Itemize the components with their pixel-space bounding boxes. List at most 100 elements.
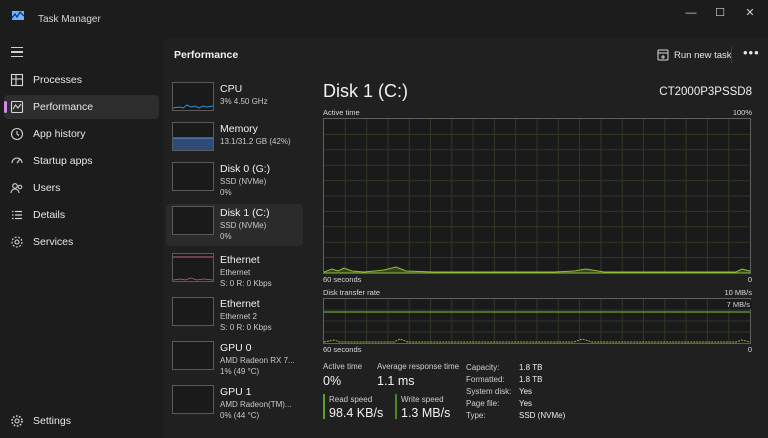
- transfer-rate-graph-min: 0: [747, 345, 752, 354]
- nav-label-performance: Performance: [33, 101, 94, 113]
- device-item-cpu[interactable]: CPU 3% 4.50 GHz: [166, 80, 303, 122]
- active-indicator: [4, 101, 7, 113]
- processes-icon: [10, 73, 24, 87]
- settings-gear-icon: [11, 415, 23, 427]
- device-detail: SSD (NVMe): [220, 177, 267, 186]
- nav-item-details[interactable]: Details: [4, 203, 159, 227]
- title-bar: Task Manager — ☐ ✕: [0, 0, 768, 26]
- device-usage: 0%: [220, 232, 232, 241]
- active-time-graph-duration: 60 seconds: [323, 275, 362, 284]
- write-speed-value: 1.3 MB/s: [401, 406, 451, 420]
- nav-item-settings[interactable]: Settings: [4, 409, 159, 433]
- device-item-disk-0[interactable]: Disk 0 (G:) SSD (NVMe) 0%: [166, 160, 303, 202]
- nav-label-details: Details: [33, 209, 66, 221]
- device-detail: 13.1/31.2 GB (42%): [220, 137, 291, 146]
- startup-icon: [11, 157, 23, 164]
- property-value-formatted: 1.8 TB: [519, 375, 543, 384]
- property-key-system-disk: System disk:: [466, 387, 512, 396]
- device-name: Disk 0 (G:): [220, 163, 271, 175]
- nav-label-startup-apps: Startup apps: [33, 155, 93, 167]
- nav-item-app-history[interactable]: App history: [4, 122, 159, 146]
- task-manager-app-icon: [12, 11, 24, 20]
- transfer-rate-graph-label: Disk transfer rate: [323, 288, 381, 297]
- memory-thumbnail-graph: [172, 122, 214, 151]
- performance-icon: [10, 100, 24, 114]
- transfer-rate-graph: [323, 298, 751, 344]
- close-button[interactable]: ✕: [736, 5, 764, 21]
- device-name: GPU 0: [220, 342, 252, 354]
- device-item-disk-1[interactable]: Disk 1 (C:) SSD (NVMe) 0%: [166, 204, 303, 246]
- device-detail: 3% 4.50 GHz: [220, 97, 268, 106]
- disk-model: CT2000P3PSSD8: [659, 86, 752, 98]
- device-usage: S: 0 R: 0 Kbps: [220, 323, 272, 332]
- ethernet1-thumbnail-graph: [172, 253, 214, 282]
- ethernet2-thumbnail-graph: [172, 297, 214, 326]
- nav-label-settings: Settings: [33, 415, 71, 427]
- minimize-button[interactable]: —: [677, 5, 705, 21]
- property-value-system-disk: Yes: [519, 387, 533, 396]
- device-item-ethernet-2[interactable]: Ethernet Ethernet 2 S: 0 R: 0 Kbps: [166, 295, 303, 337]
- nav-label-app-history: App history: [33, 128, 86, 140]
- disk1-thumbnail-graph: [172, 206, 214, 235]
- transfer-rate-graph-duration: 60 seconds: [323, 345, 362, 354]
- disk0-thumbnail-graph: [172, 162, 214, 191]
- device-item-ethernet-1[interactable]: Ethernet Ethernet S: 0 R: 0 Kbps: [166, 251, 303, 293]
- active-time-stat-label: Active time: [323, 362, 363, 371]
- nav-label-services: Services: [33, 236, 74, 248]
- maximize-button[interactable]: ☐: [706, 5, 734, 21]
- property-key-capacity: Capacity:: [466, 363, 500, 372]
- nav-item-performance[interactable]: Performance: [4, 95, 159, 119]
- read-speed-indicator: [323, 394, 325, 419]
- disk-title: Disk 1 (C:): [323, 81, 408, 101]
- hamburger-menu-icon[interactable]: [11, 47, 23, 57]
- services-icon: [11, 236, 23, 248]
- device-usage: S: 0 R: 0 Kbps: [220, 279, 272, 288]
- write-speed-indicator: [395, 394, 397, 419]
- device-usage: 0% (44 °C): [220, 411, 260, 420]
- gpu0-thumbnail-graph: [172, 341, 214, 370]
- property-value-page-file: Yes: [519, 399, 533, 408]
- response-time-stat-label: Average response time: [377, 362, 460, 371]
- property-value-capacity: 1.8 TB: [519, 363, 543, 372]
- nav-item-startup-apps[interactable]: Startup apps: [4, 149, 159, 173]
- device-detail: AMD Radeon(TM)...: [220, 400, 292, 409]
- device-item-gpu-1[interactable]: GPU 1 AMD Radeon(TM)... 0% (44 °C): [166, 383, 303, 425]
- nav-item-services[interactable]: Services: [4, 230, 159, 254]
- device-item-gpu-0[interactable]: GPU 0 AMD Radeon RX 7... 1% (49 °C): [166, 339, 303, 381]
- device-item-memory[interactable]: Memory 13.1/31.2 GB (42%): [166, 120, 303, 162]
- left-nav: Processes Performance App history Startu…: [0, 38, 163, 438]
- nav-item-users[interactable]: Users: [4, 176, 159, 200]
- users-icon: [10, 183, 23, 194]
- device-name: Ethernet: [220, 298, 260, 310]
- write-speed-label: Write speed: [401, 395, 444, 404]
- read-speed-label: Read speed: [329, 395, 373, 404]
- more-options-button[interactable]: •••: [743, 45, 760, 60]
- transfer-rate-marker: 7 MB/s: [724, 300, 752, 309]
- device-detail: SSD (NVMe): [220, 221, 267, 230]
- run-new-task-label: Run new task: [674, 50, 732, 61]
- transfer-rate-graph-max: 10 MB/s: [724, 288, 752, 297]
- toolbar-divider: [731, 47, 732, 63]
- active-time-stat-value: 0%: [323, 374, 342, 388]
- history-icon: [10, 127, 24, 141]
- device-detail: Ethernet 2: [220, 312, 257, 321]
- response-time-stat-value: 1.1 ms: [377, 374, 415, 388]
- device-detail: AMD Radeon RX 7...: [220, 356, 295, 365]
- read-speed-value: 98.4 KB/s: [329, 406, 384, 420]
- active-time-graph-min: 0: [747, 275, 752, 284]
- nav-item-processes[interactable]: Processes: [4, 68, 159, 92]
- device-detail: Ethernet: [220, 268, 251, 277]
- property-key-page-file: Page file:: [466, 399, 500, 408]
- nav-label-users: Users: [33, 182, 61, 194]
- property-value-type: SSD (NVMe): [519, 411, 566, 420]
- device-name: GPU 1: [220, 386, 252, 398]
- active-time-graph-label: Active time: [323, 108, 360, 117]
- run-task-icon: [657, 49, 669, 61]
- device-name: Disk 1 (C:): [220, 207, 270, 219]
- active-time-graph: [323, 118, 751, 274]
- device-usage: 0%: [220, 188, 232, 197]
- property-key-formatted: Formatted:: [466, 375, 505, 384]
- active-time-graph-max: 100%: [732, 108, 752, 117]
- nav-label-processes: Processes: [33, 74, 83, 86]
- window-title: Task Manager: [38, 14, 101, 25]
